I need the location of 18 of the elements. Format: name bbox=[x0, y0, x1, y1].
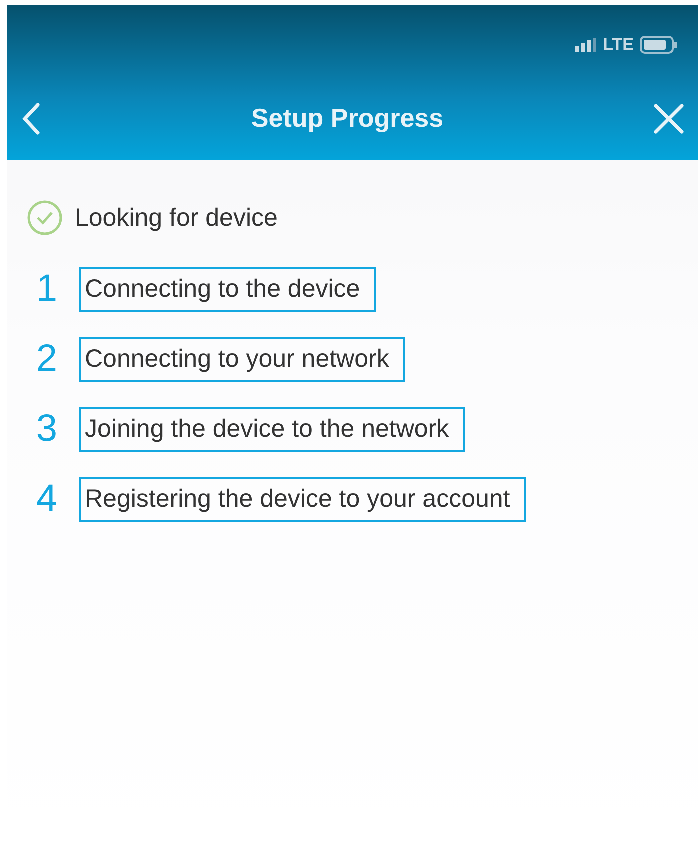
battery-icon bbox=[640, 36, 678, 54]
network-type: LTE bbox=[603, 35, 634, 55]
annotation-number: 2 bbox=[35, 338, 59, 380]
screen-title: Setup Progress bbox=[251, 103, 444, 134]
highlighted-step-label: Registering the device to your account bbox=[79, 476, 526, 522]
step-label: Looking for device bbox=[75, 204, 278, 232]
signal-icon bbox=[575, 38, 598, 52]
highlighted-step-label: Connecting to your network bbox=[79, 336, 406, 382]
back-button[interactable] bbox=[21, 102, 41, 134]
annotation-number: 4 bbox=[35, 478, 59, 520]
annotation-number: 3 bbox=[35, 408, 59, 450]
back-icon bbox=[21, 102, 41, 134]
close-button[interactable] bbox=[654, 104, 684, 134]
highlighted-step-label: Joining the device to the network bbox=[79, 406, 466, 452]
check-circle-icon bbox=[27, 200, 63, 236]
close-icon bbox=[654, 104, 684, 134]
highlighted-step-label: Connecting to the device bbox=[79, 266, 376, 312]
annotation-number: 1 bbox=[35, 268, 59, 310]
